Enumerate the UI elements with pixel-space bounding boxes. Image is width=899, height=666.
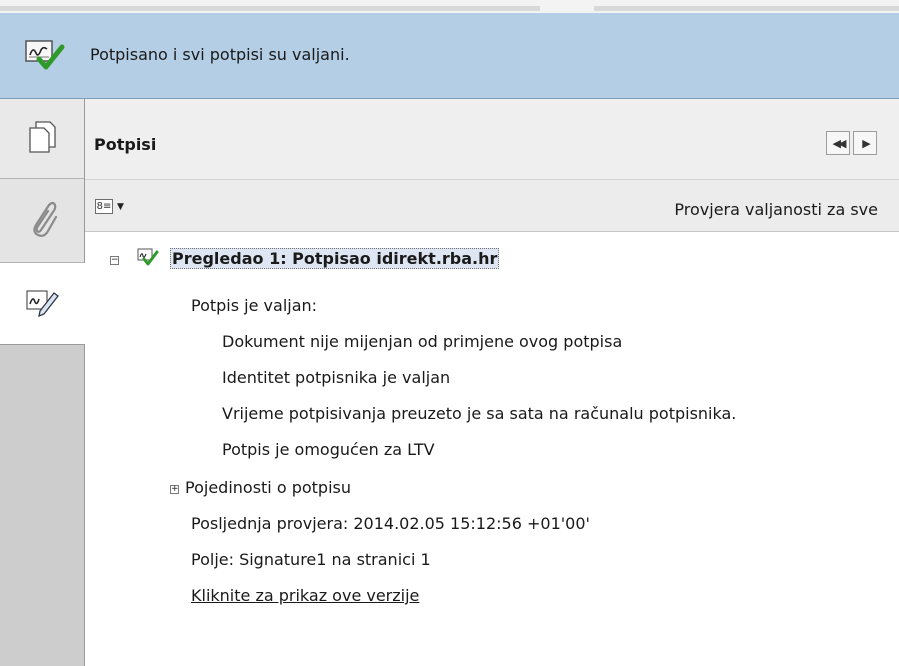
sidebar-tab-signatures[interactable] [0, 263, 85, 345]
signature-detail-item: Identitet potpisnika je valjan [222, 368, 451, 387]
signature-valid-icon [137, 248, 159, 272]
expand-panel-button[interactable]: ▶ [853, 131, 877, 155]
signature-detail-item: Potpis je omogućen za LTV [222, 440, 435, 459]
signature-valid-icon [24, 39, 68, 77]
signatures-toolbar: 8≡ ▼ Provjera valjanosti za sve [85, 180, 899, 232]
top-strip-segment [0, 6, 540, 11]
sidebar-tab-pages[interactable] [0, 99, 84, 179]
options-menu-button[interactable]: 8≡ ▼ [95, 199, 124, 214]
navigation-sidebar [0, 99, 85, 666]
signature-status-banner: Potpisano i svi potpisi su valjani. [0, 13, 899, 99]
pages-icon [27, 120, 57, 158]
double-left-arrow-icon: ◀◀ [832, 136, 847, 150]
window-top-strip [0, 0, 899, 13]
panel-title: Potpisi [94, 135, 157, 154]
options-list-icon: 8≡ [95, 199, 113, 214]
signature-pen-icon [25, 287, 60, 321]
signatures-panel-header: Potpisi ◀◀ ▶ [85, 99, 899, 180]
signature-detail-item: Dokument nije mijenjan od primjene ovog … [222, 332, 623, 351]
signature-detail-item: Vrijeme potpisivanja preuzeto je sa sata… [222, 404, 737, 423]
right-arrow-icon: ▶ [862, 136, 871, 150]
top-strip-segment [594, 6, 899, 11]
validate-all-button[interactable]: Provjera valjanosti za sve [674, 200, 878, 219]
banner-message: Potpisano i svi potpisi su valjani. [90, 45, 350, 64]
collapse-panel-button[interactable]: ◀◀ [826, 131, 850, 155]
signature-status: Potpis je valjan: [191, 296, 318, 315]
chevron-down-icon: ▼ [117, 201, 124, 212]
last-check-text: Posljednja provjera: 2014.02.05 15:12:56… [191, 514, 590, 533]
collapse-toggle[interactable]: − [110, 256, 119, 265]
sidebar-tab-attachments[interactable] [0, 179, 84, 263]
expand-toggle[interactable]: + [170, 485, 179, 494]
signature-title[interactable]: Pregledao 1: Potpisao idirekt.rba.hr [170, 248, 500, 269]
signature-tree: − Pregledao 1: Potpisao idirekt.rba.hr P… [85, 232, 899, 666]
paperclip-icon [27, 199, 58, 243]
signature-properties-item[interactable]: Pojedinosti o potpisu [185, 478, 351, 497]
view-version-link[interactable]: Kliknite za prikaz ove verzije [191, 586, 419, 605]
field-location-text: Polje: Signature1 na stranici 1 [191, 550, 431, 569]
